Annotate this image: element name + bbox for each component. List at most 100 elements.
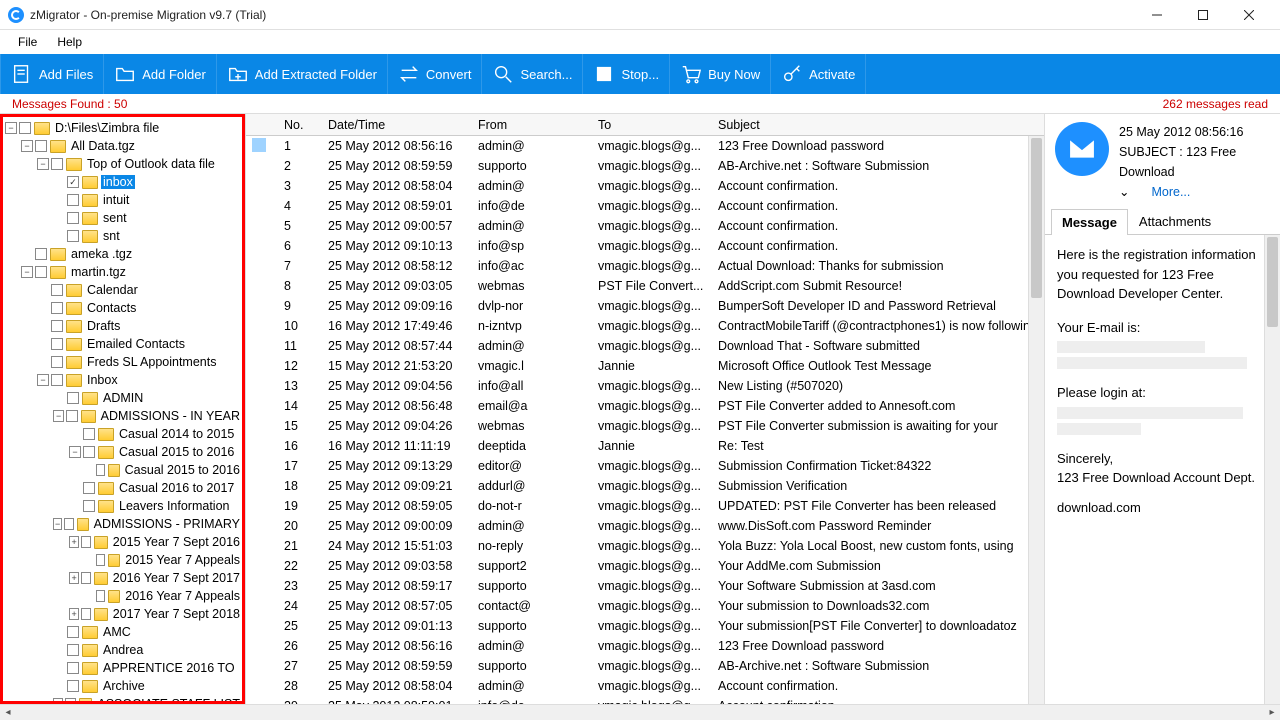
message-row[interactable]: 2925 May 2012 08:59:01info@devmagic.blog… [246,696,1044,704]
add-extracted-folder-button[interactable]: Add Extracted Folder [217,54,388,94]
expander-icon[interactable]: − [37,374,49,386]
tree-item[interactable]: sent [5,209,242,227]
message-row[interactable]: 725 May 2012 08:58:12info@acvmagic.blogs… [246,256,1044,276]
checkbox[interactable] [51,356,63,368]
message-row[interactable]: 925 May 2012 09:09:16dvlp-norvmagic.blog… [246,296,1044,316]
expander-icon[interactable]: − [69,446,81,458]
checkbox[interactable] [64,518,73,530]
message-row[interactable]: 2124 May 2012 15:51:03no-replyvmagic.blo… [246,536,1044,556]
message-row[interactable]: 1325 May 2012 09:04:56info@allvmagic.blo… [246,376,1044,396]
scroll-left-icon[interactable]: ◂ [0,705,16,720]
message-row[interactable]: 1525 May 2012 09:04:26webmasvmagic.blogs… [246,416,1044,436]
message-row[interactable]: 2425 May 2012 08:57:05contact@vmagic.blo… [246,596,1044,616]
tree-item[interactable]: −Casual 2015 to 2016 [5,443,242,461]
tree-item[interactable]: Contacts [5,299,242,317]
checkbox[interactable] [19,122,31,134]
checkbox[interactable] [35,248,47,260]
checkbox[interactable] [51,158,63,170]
message-row[interactable]: 2525 May 2012 09:01:13supportovmagic.blo… [246,616,1044,636]
message-row[interactable]: 2825 May 2012 08:58:04admin@vmagic.blogs… [246,676,1044,696]
checkbox[interactable] [67,392,79,404]
buy-now-button[interactable]: Buy Now [670,54,771,94]
checkbox[interactable] [81,536,91,548]
expander-icon[interactable]: − [53,410,64,422]
message-row[interactable]: 825 May 2012 09:03:05webmasPST File Conv… [246,276,1044,296]
checkbox[interactable] [51,284,63,296]
checkbox[interactable] [83,482,95,494]
message-row[interactable]: 2025 May 2012 09:00:09admin@vmagic.blogs… [246,516,1044,536]
message-list[interactable]: No. Date/Time From To Subject 125 May 20… [245,114,1045,704]
checkbox[interactable]: ✓ [67,176,79,188]
expander-icon[interactable]: + [69,572,79,584]
checkbox[interactable] [96,464,105,476]
message-row[interactable]: 1616 May 2012 11:11:19deeptidaJannieRe: … [246,436,1044,456]
checkbox[interactable] [67,212,79,224]
maximize-button[interactable] [1180,0,1226,30]
tree-item[interactable]: intuit [5,191,242,209]
search-button[interactable]: Search... [482,54,583,94]
scroll-right-icon[interactable]: ▸ [1264,705,1280,720]
expander-icon[interactable]: + [69,608,79,620]
checkbox[interactable] [35,140,47,152]
tree-item[interactable]: Calendar [5,281,242,299]
folder-tree[interactable]: −D:\Files\Zimbra file−All Data.tgz−Top o… [0,114,245,704]
message-row[interactable]: 1925 May 2012 08:59:05do-not-rvmagic.blo… [246,496,1044,516]
tree-item[interactable]: −D:\Files\Zimbra file [5,119,242,137]
col-no[interactable]: No. [278,118,322,132]
tree-item[interactable]: Casual 2014 to 2015 [5,425,242,443]
tree-item[interactable]: Casual 2015 to 2016 [5,461,242,479]
message-row[interactable]: 425 May 2012 08:59:01info@devmagic.blogs… [246,196,1044,216]
message-row[interactable]: 1725 May 2012 09:13:29editor@vmagic.blog… [246,456,1044,476]
minimize-button[interactable] [1134,0,1180,30]
checkbox[interactable] [67,194,79,206]
checkbox[interactable] [83,500,95,512]
expander-icon[interactable]: − [37,158,49,170]
tree-item[interactable]: Drafts [5,317,242,335]
tree-item[interactable]: −ADMISSIONS - IN YEAR [5,407,242,425]
checkbox[interactable] [67,680,79,692]
tree-item[interactable]: 2015 Year 7 Appeals [5,551,242,569]
activate-button[interactable]: Activate [771,54,866,94]
expander-icon[interactable]: − [53,518,62,530]
message-row[interactable]: 625 May 2012 09:10:13info@spvmagic.blogs… [246,236,1044,256]
tree-item[interactable]: Andrea [5,641,242,659]
checkbox[interactable] [96,554,105,566]
tree-item[interactable]: 2016 Year 7 Appeals [5,587,242,605]
expander-icon[interactable]: + [69,536,79,548]
checkbox[interactable] [51,338,63,350]
tree-item[interactable]: −Inbox [5,371,242,389]
tab-attachments[interactable]: Attachments [1128,208,1222,234]
col-from[interactable]: From [472,118,592,132]
checkbox[interactable] [65,698,75,704]
tree-item[interactable]: +ASSOCIATE STAFF LIST [5,695,242,704]
tab-message[interactable]: Message [1051,209,1128,235]
message-row[interactable]: 1425 May 2012 08:56:48email@avmagic.blog… [246,396,1044,416]
menu-help[interactable]: Help [47,32,92,52]
col-to[interactable]: To [592,118,712,132]
list-scrollbar[interactable] [1028,136,1044,704]
checkbox[interactable] [67,644,79,656]
tree-item[interactable]: APPRENTICE 2016 TO [5,659,242,677]
tree-item[interactable]: ameka .tgz [5,245,242,263]
checkbox[interactable] [51,374,63,386]
checkbox[interactable] [67,662,79,674]
message-row[interactable]: 1016 May 2012 17:49:46n-izntvpvmagic.blo… [246,316,1044,336]
checkbox[interactable] [51,320,63,332]
tree-item[interactable]: ADMIN [5,389,242,407]
expander-icon[interactable]: − [5,122,17,134]
checkbox[interactable] [81,608,91,620]
tree-item[interactable]: +2017 Year 7 Sept 2018 [5,605,242,623]
checkbox[interactable] [35,266,47,278]
add-files-button[interactable]: Add Files [0,54,104,94]
tree-item[interactable]: Casual 2016 to 2017 [5,479,242,497]
tree-item[interactable]: Emailed Contacts [5,335,242,353]
message-row[interactable]: 2625 May 2012 08:56:16admin@vmagic.blogs… [246,636,1044,656]
tree-item[interactable]: snt [5,227,242,245]
preview-scrollbar[interactable] [1264,235,1280,704]
tree-item[interactable]: −ADMISSIONS - PRIMARY [5,515,242,533]
checkbox[interactable] [66,410,77,422]
checkbox[interactable] [67,230,79,242]
message-row[interactable]: 2325 May 2012 08:59:17supportovmagic.blo… [246,576,1044,596]
convert-button[interactable]: Convert [388,54,483,94]
checkbox[interactable] [83,446,95,458]
